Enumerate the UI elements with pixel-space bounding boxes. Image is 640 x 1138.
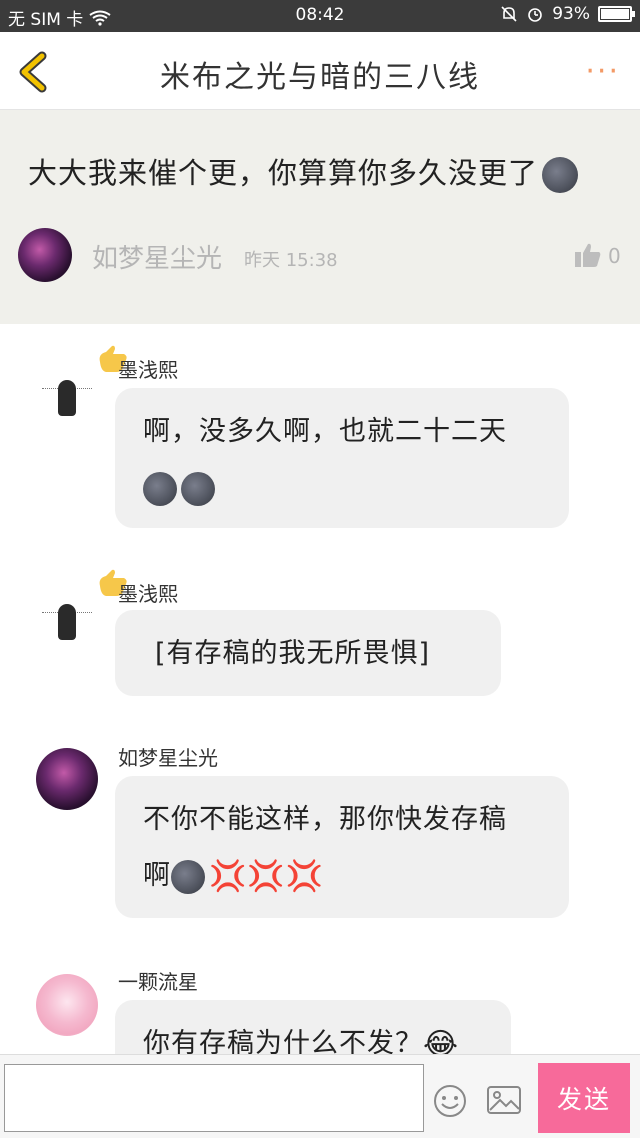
new-moon-face-emoji xyxy=(542,157,579,193)
post-author[interactable]: 如梦星尘光 xyxy=(92,238,222,275)
post-text-content: 大大我来催个更，你算算你多久没更了 xyxy=(28,156,539,190)
comment-author[interactable]: 如梦星尘光 xyxy=(118,742,218,771)
post-timestamp: 昨天 15:38 xyxy=(244,250,338,271)
comment-text: 啊，没多久啊，也就二十二天 xyxy=(143,416,507,447)
avatar-figure xyxy=(58,380,76,416)
anger-symbol-emoji: 💢 xyxy=(285,858,325,894)
original-post: 大大我来催个更，你算算你多久没更了 如梦星尘光 昨天 15:38 0 xyxy=(0,110,640,324)
battery-percent: 93% xyxy=(552,4,590,24)
battery-fill xyxy=(601,9,629,19)
reply-bar: 发送 xyxy=(0,1054,640,1138)
post-text: 大大我来催个更，你算算你多久没更了 xyxy=(28,150,582,193)
comment-author[interactable]: 墨浅熙 xyxy=(118,578,178,607)
avatar-figure xyxy=(58,604,76,640)
anger-symbol-emoji: 💢 xyxy=(247,858,286,894)
image-icon[interactable] xyxy=(486,1085,522,1115)
back-button[interactable] xyxy=(14,50,54,94)
like-count: 0 xyxy=(608,244,621,268)
avatar[interactable] xyxy=(36,974,98,1036)
comment-text: [有存稿的我无所畏惧] xyxy=(155,638,431,669)
avatar[interactable] xyxy=(18,228,72,282)
comment-author[interactable]: 一颗流星 xyxy=(118,966,198,995)
anger-symbol-emoji: 💢 xyxy=(209,858,248,894)
comment-bubble: 不你不能这样，那你快发存稿 啊 💢💢💢 xyxy=(115,776,569,918)
avatar[interactable] xyxy=(36,590,98,652)
smiley-icon[interactable] xyxy=(432,1083,468,1119)
thumbs-up-icon[interactable] xyxy=(574,242,602,268)
page-title: 米布之光与暗的三八线 xyxy=(160,60,480,95)
comment-bubble: 啊，没多久啊，也就二十二天 xyxy=(115,388,569,528)
mute-bell-icon xyxy=(501,6,517,22)
new-moon-face-emoji xyxy=(181,471,215,506)
comment-text-continued: 啊 xyxy=(143,860,171,891)
status-right: 93% xyxy=(500,4,635,24)
new-moon-face-emoji xyxy=(143,471,177,506)
send-button[interactable]: 发送 xyxy=(538,1063,630,1133)
alarm-icon xyxy=(528,8,543,22)
new-moon-face-emoji xyxy=(171,859,205,894)
more-options-button[interactable]: ··· xyxy=(585,54,620,89)
header: 米布之光与暗的三八线 ··· xyxy=(0,32,640,110)
comment-text: 不你不能这样，那你快发存稿 xyxy=(143,804,507,835)
avatar[interactable] xyxy=(36,366,98,428)
comment-bubble: [有存稿的我无所畏惧] xyxy=(115,610,501,696)
status-bar: 无 SIM 卡 08:42 93% xyxy=(0,0,640,32)
avatar[interactable] xyxy=(36,748,98,810)
reply-input[interactable] xyxy=(4,1064,424,1132)
comment-author[interactable]: 墨浅熙 xyxy=(118,354,178,383)
chevron-left-icon xyxy=(19,51,47,93)
battery-icon xyxy=(598,6,635,22)
